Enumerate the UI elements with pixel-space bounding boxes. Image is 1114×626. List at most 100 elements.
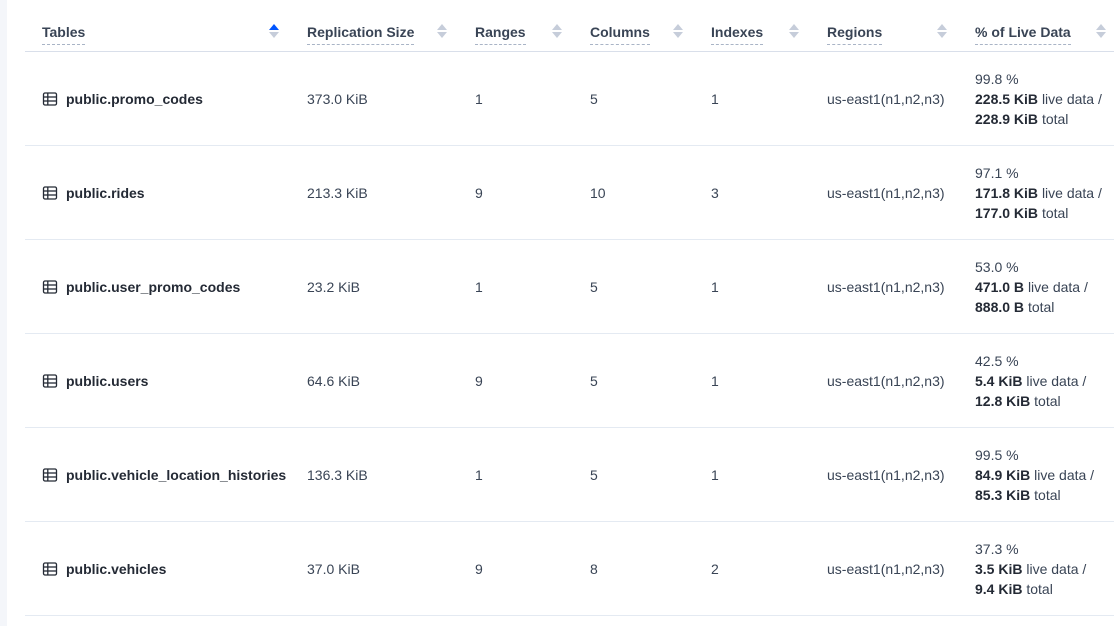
table-icon	[42, 185, 58, 201]
table-name-link[interactable]: public.promo_codes	[66, 91, 203, 107]
table-name-cell: public.rides	[25, 185, 307, 201]
sort-icon[interactable]	[552, 24, 562, 38]
table-row: public.vehicles 37.0 KiB 9 8 2 us-east1(…	[25, 522, 1114, 616]
column-header-live-data-label: % of Live Data	[975, 24, 1071, 45]
table-icon	[42, 91, 58, 107]
regions-cell: us-east1(n1,n2,n3)	[827, 467, 975, 483]
sort-icon[interactable]	[269, 24, 279, 38]
total-size-line: 888.0 B total	[975, 297, 1114, 317]
total-size-line: 177.0 KiB total	[975, 203, 1114, 223]
table-name-cell: public.vehicles	[25, 561, 307, 577]
table-row: public.user_promo_codes 23.2 KiB 1 5 1 u…	[25, 240, 1114, 334]
indexes-cell: 1	[711, 373, 827, 389]
live-data-percent: 99.8 %	[975, 69, 1114, 89]
table-name-cell: public.vehicle_location_histories	[25, 467, 307, 483]
total-size-line: 9.4 KiB total	[975, 579, 1114, 599]
table-name-link[interactable]: public.user_promo_codes	[66, 279, 240, 295]
live-data-size-line: 84.9 KiB live data /	[975, 465, 1114, 485]
replication-size-cell: 37.0 KiB	[307, 561, 475, 577]
indexes-cell: 2	[711, 561, 827, 577]
ranges-cell: 1	[475, 467, 590, 483]
live-data-cell: 42.5 % 5.4 KiB live data / 12.8 KiB tota…	[975, 351, 1114, 411]
live-data-size-line: 471.0 B live data /	[975, 277, 1114, 297]
column-header-regions-label: Regions	[827, 24, 882, 45]
column-header-indexes[interactable]: Indexes	[711, 0, 827, 51]
columns-cell: 5	[590, 279, 711, 295]
sort-icon[interactable]	[789, 24, 799, 38]
total-size-line: 12.8 KiB total	[975, 391, 1114, 411]
column-header-ranges-label: Ranges	[475, 24, 526, 45]
tables-list: Tables Replication Size Ranges Columns I…	[25, 0, 1114, 616]
table-row: public.rides 213.3 KiB 9 10 3 us-east1(n…	[25, 146, 1114, 240]
replication-size-cell: 64.6 KiB	[307, 373, 475, 389]
total-size-line: 85.3 KiB total	[975, 485, 1114, 505]
replication-size-cell: 213.3 KiB	[307, 185, 475, 201]
live-data-cell: 53.0 % 471.0 B live data / 888.0 B total	[975, 257, 1114, 317]
live-data-cell: 97.1 % 171.8 KiB live data / 177.0 KiB t…	[975, 163, 1114, 223]
indexes-cell: 1	[711, 91, 827, 107]
column-header-tables[interactable]: Tables	[25, 0, 307, 51]
ranges-cell: 9	[475, 561, 590, 577]
columns-cell: 10	[590, 185, 711, 201]
live-data-percent: 42.5 %	[975, 351, 1114, 371]
replication-size-cell: 373.0 KiB	[307, 91, 475, 107]
table-name-cell: public.promo_codes	[25, 91, 307, 107]
table-name-link[interactable]: public.rides	[66, 185, 145, 201]
sort-icon[interactable]	[673, 24, 683, 38]
replication-size-cell: 136.3 KiB	[307, 467, 475, 483]
sort-icon[interactable]	[437, 24, 447, 38]
live-data-size-line: 5.4 KiB live data /	[975, 371, 1114, 391]
column-header-ranges[interactable]: Ranges	[475, 0, 590, 51]
table-icon	[42, 467, 58, 483]
table-name-link[interactable]: public.vehicle_location_histories	[66, 467, 286, 483]
column-header-regions[interactable]: Regions	[827, 0, 975, 51]
column-header-replication-size-label: Replication Size	[307, 24, 414, 45]
table-name-link[interactable]: public.users	[66, 373, 148, 389]
live-data-size-line: 228.5 KiB live data /	[975, 89, 1114, 109]
table-row: public.users 64.6 KiB 9 5 1 us-east1(n1,…	[25, 334, 1114, 428]
table-icon	[42, 279, 58, 295]
live-data-size-line: 171.8 KiB live data /	[975, 183, 1114, 203]
columns-cell: 5	[590, 91, 711, 107]
ranges-cell: 9	[475, 185, 590, 201]
column-header-indexes-label: Indexes	[711, 24, 763, 45]
regions-cell: us-east1(n1,n2,n3)	[827, 561, 975, 577]
regions-cell: us-east1(n1,n2,n3)	[827, 185, 975, 201]
columns-cell: 8	[590, 561, 711, 577]
page-left-gutter	[0, 0, 7, 626]
table-icon	[42, 373, 58, 389]
indexes-cell: 3	[711, 185, 827, 201]
live-data-cell: 99.5 % 84.9 KiB live data / 85.3 KiB tot…	[975, 445, 1114, 505]
live-data-percent: 37.3 %	[975, 539, 1114, 559]
columns-cell: 5	[590, 373, 711, 389]
live-data-size-line: 3.5 KiB live data /	[975, 559, 1114, 579]
table-name-cell: public.users	[25, 373, 307, 389]
sort-icon[interactable]	[937, 24, 947, 38]
total-size-line: 228.9 KiB total	[975, 109, 1114, 129]
live-data-percent: 53.0 %	[975, 257, 1114, 277]
table-name-link[interactable]: public.vehicles	[66, 561, 166, 577]
column-header-columns-label: Columns	[590, 24, 650, 45]
live-data-cell: 99.8 % 228.5 KiB live data / 228.9 KiB t…	[975, 69, 1114, 129]
live-data-percent: 99.5 %	[975, 445, 1114, 465]
regions-cell: us-east1(n1,n2,n3)	[827, 91, 975, 107]
table-header-row: Tables Replication Size Ranges Columns I…	[25, 0, 1114, 52]
ranges-cell: 1	[475, 91, 590, 107]
column-header-replication-size[interactable]: Replication Size	[307, 0, 475, 51]
regions-cell: us-east1(n1,n2,n3)	[827, 279, 975, 295]
replication-size-cell: 23.2 KiB	[307, 279, 475, 295]
indexes-cell: 1	[711, 279, 827, 295]
sort-icon[interactable]	[1096, 24, 1106, 38]
ranges-cell: 1	[475, 279, 590, 295]
table-row: public.vehicle_location_histories 136.3 …	[25, 428, 1114, 522]
indexes-cell: 1	[711, 467, 827, 483]
column-header-live-data[interactable]: % of Live Data	[975, 0, 1114, 51]
table-row: public.promo_codes 373.0 KiB 1 5 1 us-ea…	[25, 52, 1114, 146]
columns-cell: 5	[590, 467, 711, 483]
table-icon	[42, 561, 58, 577]
column-header-columns[interactable]: Columns	[590, 0, 711, 51]
table-name-cell: public.user_promo_codes	[25, 279, 307, 295]
regions-cell: us-east1(n1,n2,n3)	[827, 373, 975, 389]
ranges-cell: 9	[475, 373, 590, 389]
live-data-cell: 37.3 % 3.5 KiB live data / 9.4 KiB total	[975, 539, 1114, 599]
